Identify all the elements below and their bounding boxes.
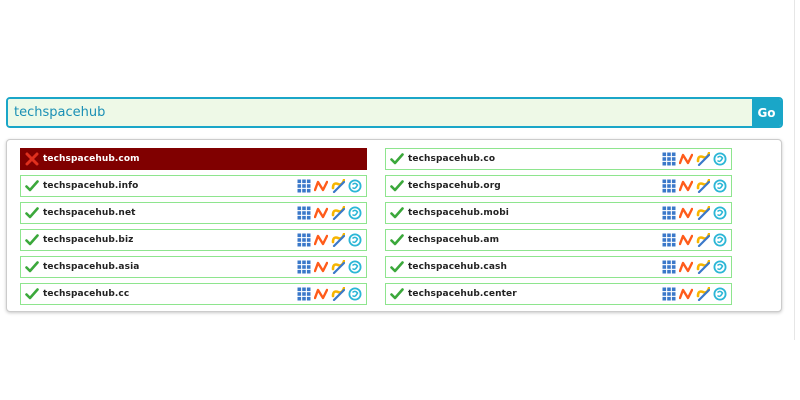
grid-icon[interactable] [662, 287, 676, 301]
namecheap-icon[interactable] [314, 287, 328, 301]
page-divider [794, 0, 795, 340]
registrar-links [662, 179, 727, 193]
grid-icon[interactable] [297, 233, 311, 247]
dynadot-icon[interactable] [713, 179, 727, 193]
namecheap-icon[interactable] [679, 206, 693, 220]
godaddy-icon[interactable] [331, 179, 345, 193]
grid-icon[interactable] [662, 260, 676, 274]
registrar-links [297, 260, 362, 274]
check-icon [25, 287, 39, 301]
domain-row[interactable]: techspacehub.center [385, 283, 732, 305]
registrar-links [297, 206, 362, 220]
domain-row[interactable]: techspacehub.net [20, 202, 367, 224]
namecheap-icon[interactable] [314, 233, 328, 247]
grid-icon[interactable] [297, 206, 311, 220]
grid-icon[interactable] [662, 179, 676, 193]
godaddy-icon[interactable] [331, 260, 345, 274]
check-icon [390, 287, 404, 301]
namecheap-icon[interactable] [679, 179, 693, 193]
namecheap-icon[interactable] [314, 260, 328, 274]
namecheap-icon[interactable] [679, 260, 693, 274]
namecheap-icon[interactable] [679, 152, 693, 166]
check-icon [25, 260, 39, 274]
grid-icon[interactable] [297, 179, 311, 193]
dynadot-icon[interactable] [348, 260, 362, 274]
domain-name: techspacehub.org [408, 181, 501, 191]
check-icon [390, 233, 404, 247]
dynadot-icon[interactable] [348, 287, 362, 301]
domain-name: techspacehub.net [43, 208, 136, 218]
domain-row[interactable]: techspacehub.asia [20, 256, 367, 278]
domain-row[interactable]: techspacehub.biz [20, 229, 367, 251]
cross-icon [25, 152, 39, 166]
domain-row[interactable]: techspacehub.org [385, 175, 732, 197]
registrar-links [662, 260, 727, 274]
registrar-links [297, 287, 362, 301]
domain-name: techspacehub.asia [43, 262, 140, 272]
search-input[interactable] [8, 99, 752, 126]
check-icon [25, 179, 39, 193]
godaddy-icon[interactable] [696, 152, 710, 166]
godaddy-icon[interactable] [696, 287, 710, 301]
domain-name: techspacehub.cash [408, 262, 508, 272]
domain-name: techspacehub.am [408, 235, 500, 245]
domain-row[interactable]: techspacehub.info [20, 175, 367, 197]
search-bar: Go [6, 97, 783, 128]
registrar-links [662, 233, 727, 247]
registrar-links [297, 179, 362, 193]
grid-icon[interactable] [662, 152, 676, 166]
domain-name: techspacehub.co [408, 154, 496, 164]
domain-name: techspacehub.cc [43, 289, 130, 299]
godaddy-icon[interactable] [331, 206, 345, 220]
domain-row[interactable]: techspacehub.cc [20, 283, 367, 305]
dynadot-icon[interactable] [713, 260, 727, 274]
dynadot-icon[interactable] [713, 152, 727, 166]
registrar-links [662, 206, 727, 220]
godaddy-icon[interactable] [331, 233, 345, 247]
domain-row[interactable]: techspacehub.com [20, 148, 367, 170]
grid-icon[interactable] [662, 206, 676, 220]
check-icon [390, 260, 404, 274]
namecheap-icon[interactable] [314, 206, 328, 220]
domain-row[interactable]: techspacehub.am [385, 229, 732, 251]
grid-icon[interactable] [297, 287, 311, 301]
dynadot-icon[interactable] [713, 233, 727, 247]
registrar-links [662, 152, 727, 166]
domain-name: techspacehub.mobi [408, 208, 509, 218]
grid-icon[interactable] [297, 260, 311, 274]
namecheap-icon[interactable] [679, 287, 693, 301]
godaddy-icon[interactable] [696, 179, 710, 193]
go-button[interactable]: Go [752, 99, 781, 126]
namecheap-icon[interactable] [679, 233, 693, 247]
check-icon [390, 179, 404, 193]
dynadot-icon[interactable] [348, 233, 362, 247]
domain-row[interactable]: techspacehub.mobi [385, 202, 732, 224]
dynadot-icon[interactable] [348, 206, 362, 220]
registrar-links [662, 287, 727, 301]
domain-name: techspacehub.biz [43, 235, 134, 245]
domain-name: techspacehub.center [408, 289, 517, 299]
grid-icon[interactable] [662, 233, 676, 247]
results-column-left: techspacehub.com techspacehub.info techspa… [20, 148, 367, 310]
domain-row[interactable]: techspacehub.co [385, 148, 732, 170]
dynadot-icon[interactable] [713, 206, 727, 220]
dynadot-icon[interactable] [348, 179, 362, 193]
results-panel: techspacehub.com techspacehub.info techspa… [6, 139, 782, 312]
godaddy-icon[interactable] [696, 233, 710, 247]
godaddy-icon[interactable] [696, 206, 710, 220]
registrar-links [297, 233, 362, 247]
godaddy-icon[interactable] [696, 260, 710, 274]
check-icon [25, 233, 39, 247]
namecheap-icon[interactable] [314, 179, 328, 193]
check-icon [390, 152, 404, 166]
domain-row[interactable]: techspacehub.cash [385, 256, 732, 278]
check-icon [25, 206, 39, 220]
results-column-right: techspacehub.co techspacehub.org techspace… [385, 148, 732, 310]
dynadot-icon[interactable] [713, 287, 727, 301]
domain-name: techspacehub.com [43, 154, 140, 164]
check-icon [390, 206, 404, 220]
domain-name: techspacehub.info [43, 181, 139, 191]
godaddy-icon[interactable] [331, 287, 345, 301]
